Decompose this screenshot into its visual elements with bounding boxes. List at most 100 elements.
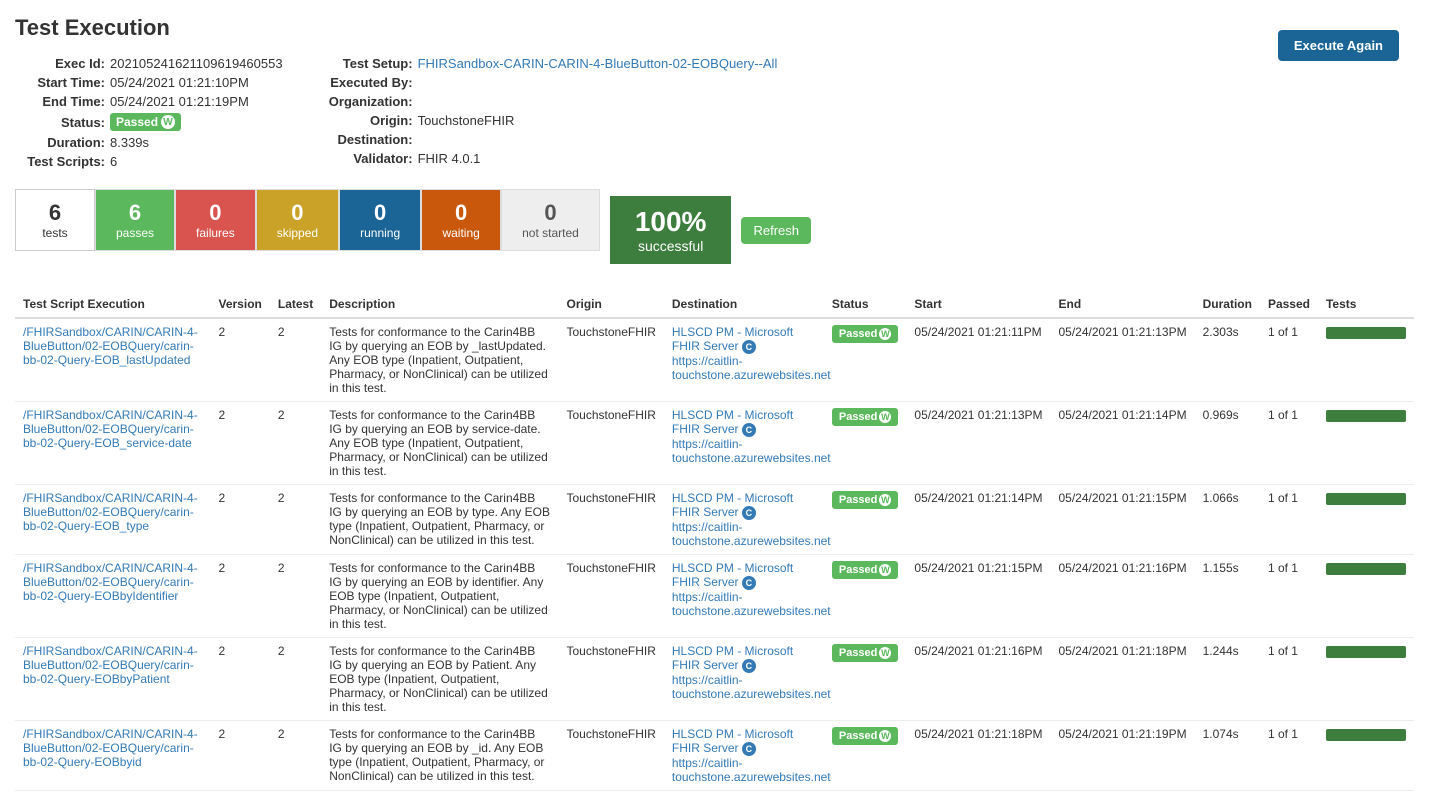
- table-col-end: End: [1051, 291, 1195, 318]
- version-cell: 2: [211, 721, 270, 791]
- script-link-1[interactable]: /FHIRSandbox/CARIN/CARIN-4-BlueButton/02…: [23, 408, 198, 450]
- table-col-latest: Latest: [270, 291, 321, 318]
- end-time-label: End Time:: [15, 94, 105, 109]
- duration-cell: 1.244s: [1195, 638, 1260, 721]
- end-cell: 05/24/2021 01:21:19PM: [1051, 721, 1195, 791]
- tests-bar-cell: [1318, 485, 1414, 555]
- end-cell: 05/24/2021 01:21:16PM: [1051, 555, 1195, 638]
- table-row: /FHIRSandbox/CARIN/CARIN-4-BlueButton/02…: [15, 721, 1414, 791]
- version-cell: 2: [211, 638, 270, 721]
- version-cell: 2: [211, 485, 270, 555]
- table-row: /FHIRSandbox/CARIN/CARIN-4-BlueButton/02…: [15, 638, 1414, 721]
- latest-cell: 2: [270, 318, 321, 402]
- description-cell: Tests for conformance to the Carin4BB IG…: [321, 485, 558, 555]
- description-cell: Tests for conformance to the Carin4BB IG…: [321, 318, 558, 402]
- status-label: Status:: [15, 115, 105, 130]
- stat-passes: 6 passes: [95, 189, 175, 251]
- latest-cell: 2: [270, 555, 321, 638]
- latest-cell: 2: [270, 485, 321, 555]
- table-col-description: Description: [321, 291, 558, 318]
- end-cell: 05/24/2021 01:21:18PM: [1051, 638, 1195, 721]
- stat-tests: 6 tests: [15, 189, 95, 251]
- stat-success: 100% successful: [610, 196, 732, 264]
- passed-cell: 1 of 1: [1260, 402, 1318, 485]
- execute-again-button[interactable]: Execute Again: [1278, 30, 1399, 61]
- table-row: /FHIRSandbox/CARIN/CARIN-4-BlueButton/02…: [15, 402, 1414, 485]
- duration-value: 8.339s: [110, 135, 149, 150]
- script-link-0[interactable]: /FHIRSandbox/CARIN/CARIN-4-BlueButton/02…: [23, 325, 198, 367]
- duration-cell: 1.074s: [1195, 721, 1260, 791]
- script-link-5[interactable]: /FHIRSandbox/CARIN/CARIN-4-BlueButton/02…: [23, 727, 198, 769]
- duration-cell: 1.066s: [1195, 485, 1260, 555]
- destination-cell: HLSCD PM - Microsoft FHIR Server C https…: [664, 402, 824, 485]
- stat-running: 0 running: [339, 189, 421, 251]
- test-results-table: Test Script ExecutionVersionLatestDescri…: [15, 291, 1414, 791]
- duration-cell: 0.969s: [1195, 402, 1260, 485]
- stat-failures: 0 failures: [175, 189, 256, 251]
- test-scripts-label: Test Scripts:: [15, 154, 105, 169]
- destination-cell: HLSCD PM - Microsoft FHIR Server C https…: [664, 638, 824, 721]
- script-link-3[interactable]: /FHIRSandbox/CARIN/CARIN-4-BlueButton/02…: [23, 561, 198, 603]
- start-time-value: 05/24/2021 01:21:10PM: [110, 75, 249, 90]
- test-setup-label: Test Setup:: [323, 56, 413, 71]
- table-col-start: Start: [906, 291, 1050, 318]
- latest-cell: 2: [270, 638, 321, 721]
- latest-cell: 2: [270, 402, 321, 485]
- executed-by-label: Executed By:: [323, 75, 413, 90]
- end-time-value: 05/24/2021 01:21:19PM: [110, 94, 249, 109]
- origin-cell: TouchstoneFHIR: [558, 638, 663, 721]
- passed-cell: 1 of 1: [1260, 485, 1318, 555]
- table-row: /FHIRSandbox/CARIN/CARIN-4-BlueButton/02…: [15, 318, 1414, 402]
- validator-value: FHIR 4.0.1: [418, 151, 481, 166]
- duration-cell: 2.303s: [1195, 318, 1260, 402]
- table-col-test-script-execution: Test Script Execution: [15, 291, 211, 318]
- status-badge: Passed W: [110, 113, 181, 131]
- passed-cell: 1 of 1: [1260, 555, 1318, 638]
- exec-id-label: Exec Id:: [15, 56, 105, 71]
- latest-cell: 2: [270, 721, 321, 791]
- start-cell: 05/24/2021 01:21:13PM: [906, 402, 1050, 485]
- destination-cell: HLSCD PM - Microsoft FHIR Server C https…: [664, 555, 824, 638]
- start-time-label: Start Time:: [15, 75, 105, 90]
- end-cell: 05/24/2021 01:21:15PM: [1051, 485, 1195, 555]
- table-col-passed: Passed: [1260, 291, 1318, 318]
- stat-notstarted: 0 not started: [501, 189, 600, 251]
- table-col-version: Version: [211, 291, 270, 318]
- start-cell: 05/24/2021 01:21:16PM: [906, 638, 1050, 721]
- start-cell: 05/24/2021 01:21:14PM: [906, 485, 1050, 555]
- start-cell: 05/24/2021 01:21:11PM: [906, 318, 1050, 402]
- status-cell: PassedW: [824, 402, 907, 485]
- script-link-4[interactable]: /FHIRSandbox/CARIN/CARIN-4-BlueButton/02…: [23, 644, 198, 686]
- table-col-status: Status: [824, 291, 907, 318]
- version-cell: 2: [211, 318, 270, 402]
- end-cell: 05/24/2021 01:21:13PM: [1051, 318, 1195, 402]
- table-col-origin: Origin: [558, 291, 663, 318]
- origin-label: Origin:: [323, 113, 413, 128]
- status-cell: PassedW: [824, 721, 907, 791]
- end-cell: 05/24/2021 01:21:14PM: [1051, 402, 1195, 485]
- stat-waiting: 0 waiting: [421, 189, 501, 251]
- description-cell: Tests for conformance to the Carin4BB IG…: [321, 402, 558, 485]
- description-cell: Tests for conformance to the Carin4BB IG…: [321, 721, 558, 791]
- origin-cell: TouchstoneFHIR: [558, 721, 663, 791]
- refresh-button[interactable]: Refresh: [741, 217, 811, 244]
- description-cell: Tests for conformance to the Carin4BB IG…: [321, 638, 558, 721]
- page-title: Test Execution: [15, 15, 1414, 41]
- status-cell: PassedW: [824, 485, 907, 555]
- tests-bar-cell: [1318, 555, 1414, 638]
- stat-skipped: 0 skipped: [256, 189, 339, 251]
- table-row: /FHIRSandbox/CARIN/CARIN-4-BlueButton/02…: [15, 555, 1414, 638]
- passed-cell: 1 of 1: [1260, 638, 1318, 721]
- origin-cell: TouchstoneFHIR: [558, 485, 663, 555]
- test-setup-link[interactable]: FHIRSandbox-CARIN-CARIN-4-BlueButton-02-…: [418, 56, 778, 71]
- origin-cell: TouchstoneFHIR: [558, 555, 663, 638]
- destination-label: Destination:: [323, 132, 413, 147]
- status-cell: PassedW: [824, 318, 907, 402]
- table-col-tests: Tests: [1318, 291, 1414, 318]
- passed-cell: 1 of 1: [1260, 721, 1318, 791]
- script-link-2[interactable]: /FHIRSandbox/CARIN/CARIN-4-BlueButton/02…: [23, 491, 198, 533]
- destination-cell: HLSCD PM - Microsoft FHIR Server C https…: [664, 721, 824, 791]
- organization-label: Organization:: [323, 94, 413, 109]
- validator-label: Validator:: [323, 151, 413, 166]
- destination-cell: HLSCD PM - Microsoft FHIR Server C https…: [664, 318, 824, 402]
